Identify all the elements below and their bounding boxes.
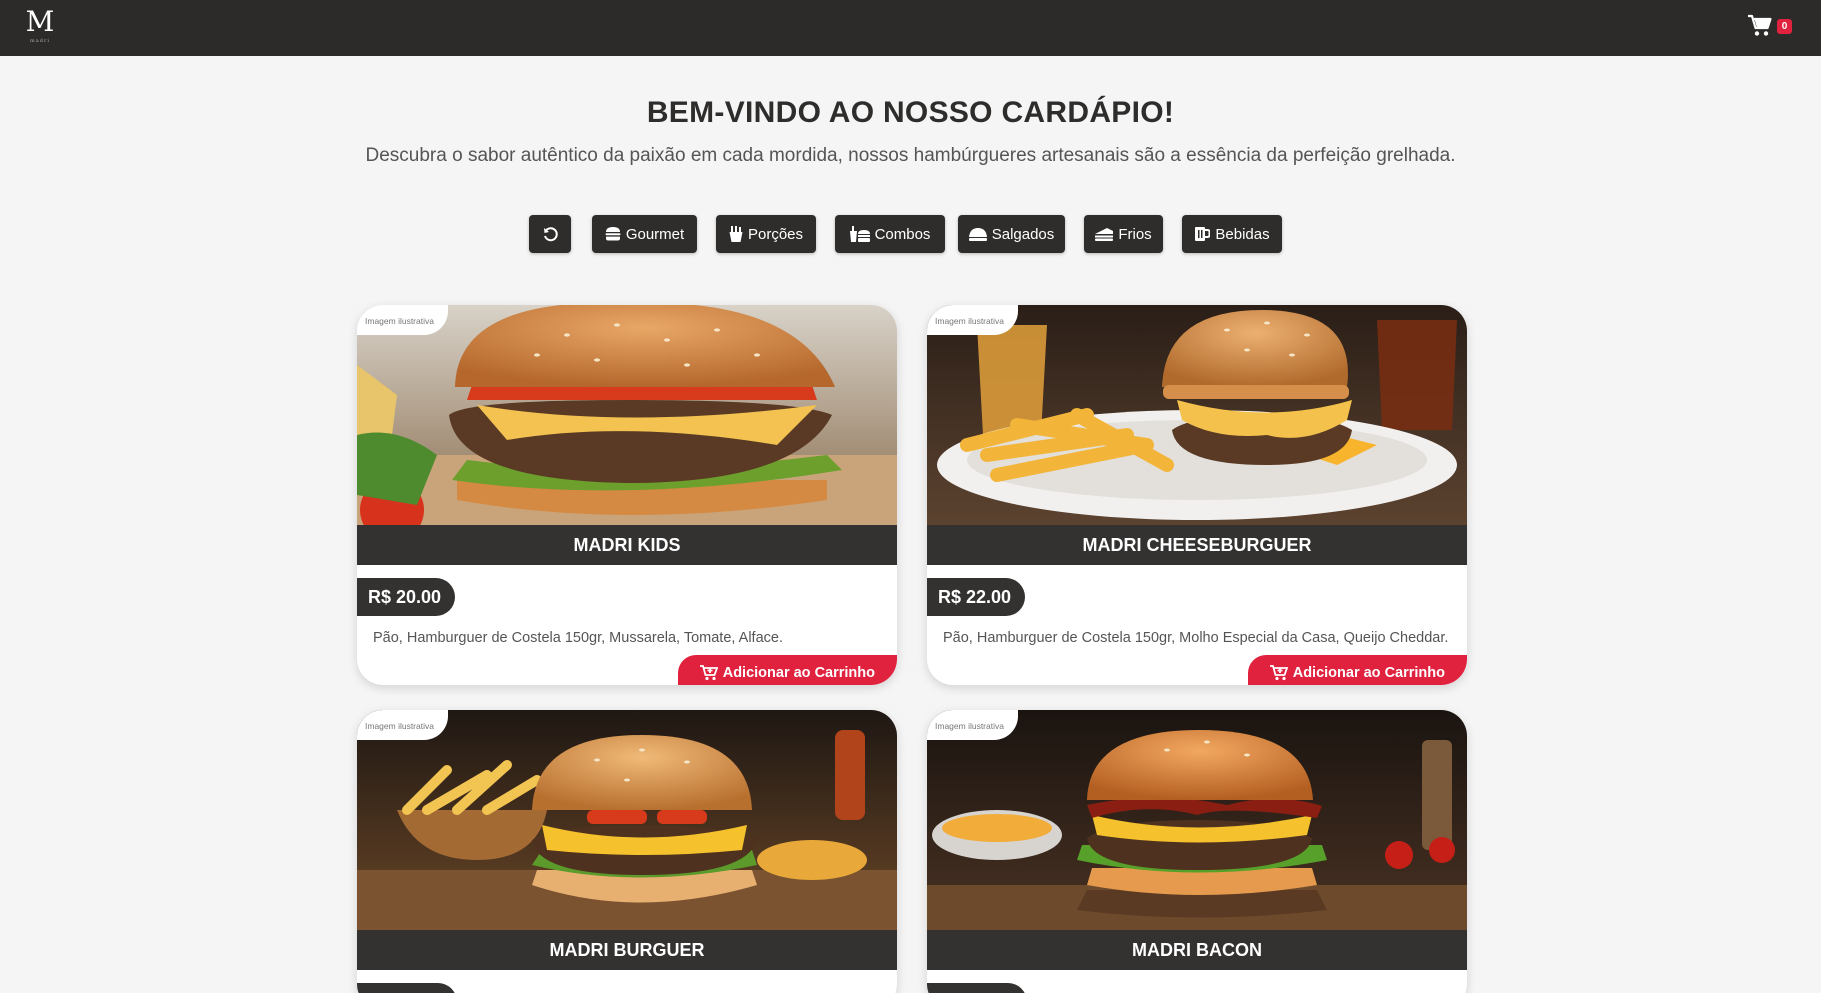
product-image <box>927 710 1467 930</box>
product-price <box>927 983 1027 993</box>
product-image <box>357 710 897 930</box>
reset-filter-button[interactable] <box>529 215 571 253</box>
product-price: R$ 22.00 <box>927 578 1026 616</box>
brand-logo[interactable]: M madri <box>18 4 62 48</box>
filter-bebidas-button[interactable]: Bebidas <box>1182 215 1282 253</box>
logo-letter: M <box>25 5 55 38</box>
product-price <box>357 983 457 993</box>
beer-mug-icon <box>1195 227 1211 241</box>
filter-label: Salgados <box>991 225 1055 243</box>
image-disclaimer: Imagem ilustrativa <box>357 710 448 740</box>
filter-label: Bebidas <box>1215 225 1270 243</box>
product-card: Imagem ilustrativa MADRI BACON <box>927 710 1467 993</box>
add-to-cart-label: Adicionar ao Carrinho <box>1292 665 1445 681</box>
image-disclaimer: Imagem ilustrativa <box>357 305 448 335</box>
product-image <box>927 305 1467 525</box>
page-title: BEM-VINDO AO NOSSO CARDÁPIO! <box>646 96 1175 129</box>
cart-plus-icon <box>699 665 718 681</box>
cart-button[interactable]: 0 <box>1747 14 1793 40</box>
sandwich-icon <box>1095 228 1114 241</box>
add-to-cart-button[interactable]: Adicionar ao Carrinho <box>1247 655 1467 685</box>
cart-icon <box>1748 14 1772 36</box>
product-card: Imagem ilustrativa MADRI BURGUER <box>357 710 897 993</box>
filter-frios-button[interactable]: Frios <box>1084 215 1163 253</box>
filter-label: Porções <box>747 225 804 243</box>
image-disclaimer: Imagem ilustrativa <box>927 710 1018 740</box>
logo-tagline: madri <box>30 38 50 44</box>
combo-icon <box>849 226 870 242</box>
product-name: MADRI BURGUER <box>357 930 897 970</box>
product-card: Imagem ilustrativa MADRI KIDS R$ 20.00 P… <box>357 305 897 685</box>
product-name: MADRI CHEESEBURGUER <box>927 525 1467 565</box>
image-disclaimer: Imagem ilustrativa <box>927 305 1018 335</box>
burger-icon <box>605 227 621 241</box>
cart-plus-icon <box>1269 665 1288 681</box>
filter-porcoes-button[interactable]: Porções <box>716 215 816 253</box>
product-name: MADRI KIDS <box>357 525 897 565</box>
product-price: R$ 20.00 <box>357 578 456 616</box>
product-name: MADRI BACON <box>927 930 1467 970</box>
product-description: Pão, Hamburguer de Costela 150gr, Molho … <box>943 630 1449 646</box>
filter-salgados-button[interactable]: Salgados <box>958 215 1065 253</box>
filter-label: Gourmet <box>625 225 685 243</box>
product-card: Imagem ilustrativa MADRI CHEESEBURGUER R… <box>927 305 1467 685</box>
filter-label: Combos <box>874 225 931 243</box>
product-description: Pão, Hamburguer de Costela 150gr, Mussar… <box>373 630 783 646</box>
reset-icon <box>543 226 558 241</box>
filter-gourmet-button[interactable]: Gourmet <box>592 215 697 253</box>
page-subtitle: Descubra o sabor autêntico da paixão em … <box>365 145 1456 166</box>
product-image <box>357 305 897 525</box>
cart-count-badge: 0 <box>1777 19 1792 34</box>
snack-icon <box>968 228 987 241</box>
fries-icon <box>729 226 743 242</box>
filter-combos-button[interactable]: Combos <box>835 215 945 253</box>
filter-label: Frios <box>1118 225 1152 243</box>
top-navbar: M madri 0 <box>0 0 1821 56</box>
add-to-cart-button[interactable]: Adicionar ao Carrinho <box>677 655 897 685</box>
add-to-cart-label: Adicionar ao Carrinho <box>722 665 875 681</box>
